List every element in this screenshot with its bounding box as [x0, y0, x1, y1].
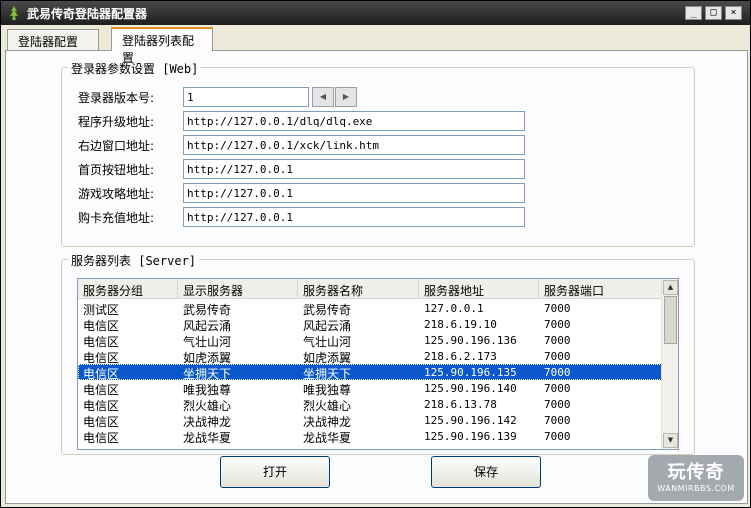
listview-scrollbar[interactable]: ▲ ▼ [661, 279, 678, 449]
maximize-button[interactable]: □ [705, 6, 722, 20]
save-button[interactable]: 保存 [431, 456, 541, 488]
table-row[interactable]: 电信区 烈火雄心 烈火雄心 218.6.13.78 7000 [78, 396, 662, 413]
tab-panel: 登录器参数设置 [Web] 登录器版本号: 1 ◀ ▶ 程序升级地址: http… [5, 50, 748, 504]
table-cell: 218.6.2.173 [424, 350, 497, 363]
title-bar[interactable]: 武易传奇登陆器配置器 _ □ × [1, 1, 750, 25]
table-row[interactable]: 测试区 武易传奇 武易传奇 127.0.0.1 7000 [78, 300, 662, 317]
home-button-url-label: 首页按钮地址: [78, 163, 155, 177]
table-row[interactable]: 电信区 气壮山河 气壮山河 125.90.196.136 7000 [78, 332, 662, 349]
watermark-logo: 玩传奇 WANMIRBBS.COM [648, 455, 744, 501]
group-legend: 登录器参数设置 [Web] [68, 60, 202, 77]
app-icon [9, 5, 19, 21]
table-cell: 125.90.196.142 [424, 414, 517, 427]
table-cell: 7000 [544, 414, 571, 427]
table-cell: 龙战华夏 [303, 431, 352, 445]
column-header-name[interactable]: 服务器名称 [298, 279, 419, 299]
version-input[interactable]: 1 [183, 87, 309, 107]
home-button-url-input[interactable]: http://127.0.0.1 [183, 159, 525, 179]
right-window-url-label: 右边窗口地址: [78, 139, 155, 153]
version-label: 登录器版本号: [78, 91, 155, 105]
launcher-params-group: 登录器参数设置 [Web] 登录器版本号: 1 ◀ ▶ 程序升级地址: http… [61, 60, 695, 247]
column-header-port[interactable]: 服务器端口 [539, 279, 662, 299]
table-cell: 125.90.196.139 [424, 430, 517, 443]
upgrade-url-label: 程序升级地址: [78, 115, 155, 129]
table-row[interactable]: 电信区 如虎添翼 如虎添翼 218.6.2.173 7000 [78, 348, 662, 365]
tab-launcher-config[interactable]: 登陆器配置 [7, 29, 99, 50]
close-button[interactable]: × [725, 6, 742, 20]
table-cell: 7000 [544, 430, 571, 443]
table-cell: 7000 [544, 366, 571, 379]
scroll-up-button[interactable]: ▲ [663, 280, 678, 295]
listview-header: 服务器分组 显示服务器 服务器名称 服务器地址 服务器端口 [78, 279, 662, 299]
server-list-group: 服务器列表 [Server] 服务器分组 显示服务器 服务器名称 服务器地址 服… [61, 252, 695, 455]
guide-url-label: 游戏攻略地址: [78, 187, 155, 201]
table-cell: 125.90.196.140 [424, 382, 517, 395]
table-row[interactable]: 电信区 决战神龙 决战神龙 125.90.196.142 7000 [78, 412, 662, 429]
table-cell: 电信区 [83, 431, 120, 445]
scroll-down-button[interactable]: ▼ [663, 433, 678, 448]
table-cell: 218.6.19.10 [424, 318, 497, 331]
table-row[interactable]: 电信区 龙战华夏 龙战华夏 125.90.196.139 7000 [78, 428, 662, 445]
right-window-url-input[interactable]: http://127.0.0.1/xck/link.htm [183, 135, 525, 155]
table-cell: 7000 [544, 350, 571, 363]
server-listview[interactable]: 服务器分组 显示服务器 服务器名称 服务器地址 服务器端口 测试区 武易传奇 武易传… [77, 278, 679, 450]
table-cell: 127.0.0.1 [424, 302, 484, 315]
watermark-subtitle: WANMIRBBS.COM [657, 484, 735, 493]
open-button[interactable]: 打开 [220, 456, 330, 488]
app-window: 武易传奇登陆器配置器 _ □ × 登陆器配置 登陆器列表配置 登录器参数设置 [… [0, 0, 751, 508]
table-cell: 7000 [544, 382, 571, 395]
client-area: 登陆器配置 登陆器列表配置 登录器参数设置 [Web] 登录器版本号: 1 ◀ … [1, 25, 750, 507]
guide-url-input[interactable]: http://127.0.0.1 [183, 183, 525, 203]
table-cell: 218.6.13.78 [424, 398, 497, 411]
table-row[interactable]: 电信区 风起云涌 风起云涌 218.6.19.10 7000 [78, 316, 662, 333]
table-cell: 7000 [544, 302, 571, 315]
recharge-url-label: 购卡充值地址: [78, 211, 155, 225]
upgrade-url-input[interactable]: http://127.0.0.1/dlq/dlq.exe [183, 111, 525, 131]
tab-label: 登陆器配置 [18, 35, 79, 49]
table-row[interactable]: 电信区 坐拥天下 坐拥天下 125.90.196.135 7000 [78, 364, 662, 381]
table-cell: 125.90.196.135 [424, 366, 517, 379]
group-legend: 服务器列表 [Server] [68, 252, 200, 269]
tab-launcher-list-config[interactable]: 登陆器列表配置 [111, 27, 213, 65]
table-cell: 7000 [544, 334, 571, 347]
spinner-right-button[interactable]: ▶ [335, 87, 357, 107]
column-header-address[interactable]: 服务器地址 [419, 279, 539, 299]
spinner-left-button[interactable]: ◀ [312, 87, 334, 107]
table-cell: 7000 [544, 398, 571, 411]
window-title: 武易传奇登陆器配置器 [27, 7, 148, 21]
watermark-title: 玩传奇 [667, 462, 725, 483]
column-header-display[interactable]: 显示服务器 [178, 279, 298, 299]
column-header-group[interactable]: 服务器分组 [78, 279, 178, 299]
recharge-url-input[interactable]: http://127.0.0.1 [183, 207, 525, 227]
table-cell: 7000 [544, 318, 571, 331]
table-cell: 125.90.196.136 [424, 334, 517, 347]
table-cell: 龙战华夏 [183, 431, 232, 445]
table-row[interactable]: 电信区 唯我独尊 唯我独尊 125.90.196.140 7000 [78, 380, 662, 397]
minimize-button[interactable]: _ [685, 6, 702, 20]
scroll-thumb[interactable] [664, 296, 677, 344]
